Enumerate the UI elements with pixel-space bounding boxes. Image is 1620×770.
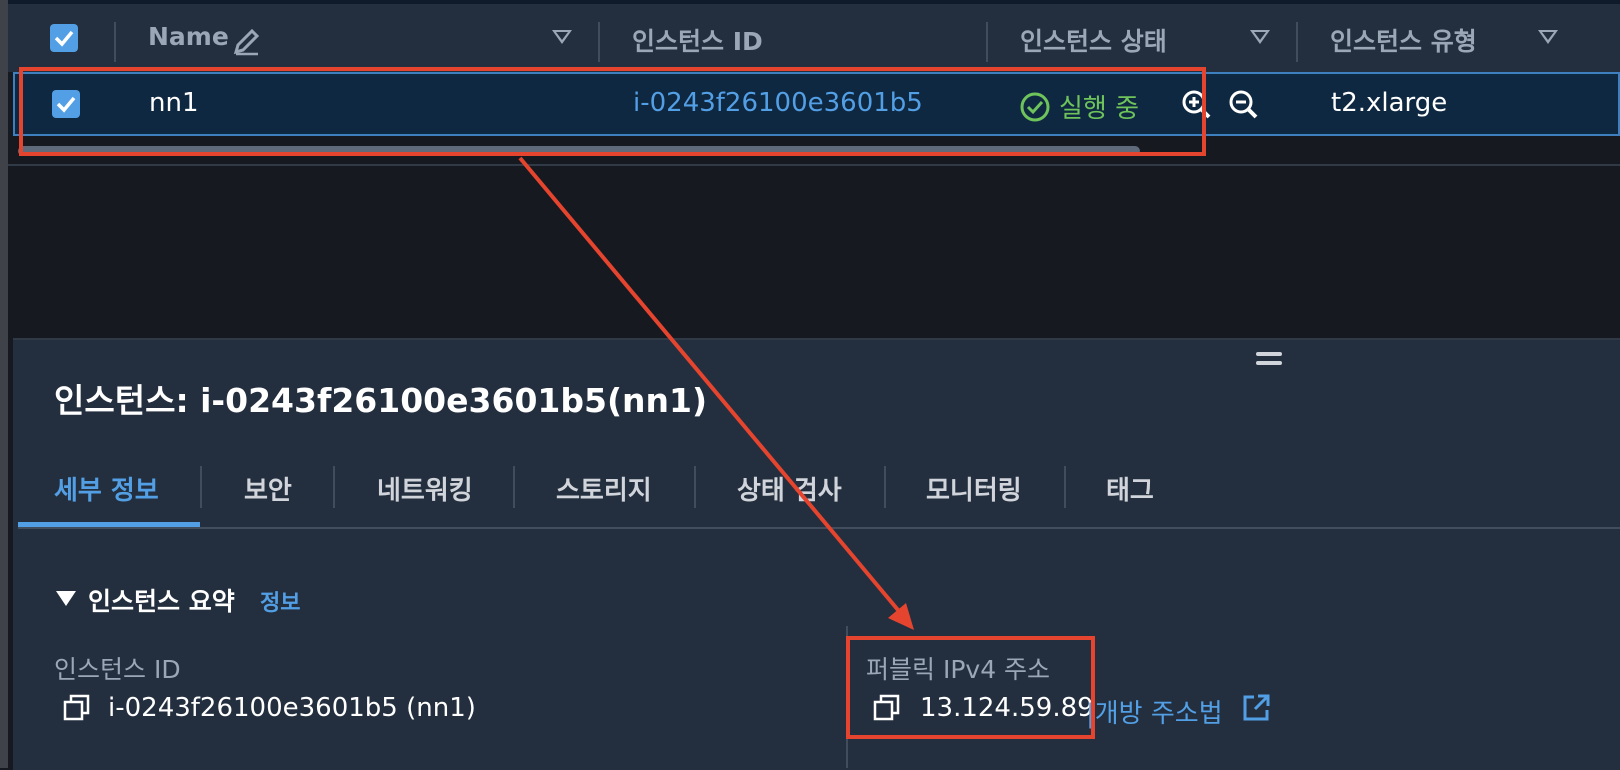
annotation-arrow-icon [518,156,914,630]
